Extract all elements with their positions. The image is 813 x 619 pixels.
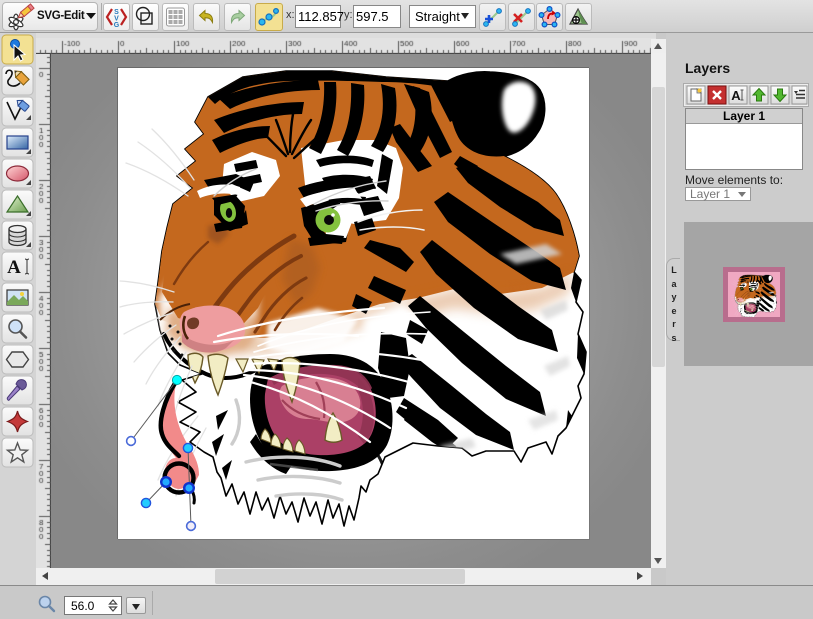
- svg-text:G: G: [114, 22, 120, 29]
- svg-text:A: A: [7, 257, 21, 278]
- svg-text:A: A: [731, 88, 741, 103]
